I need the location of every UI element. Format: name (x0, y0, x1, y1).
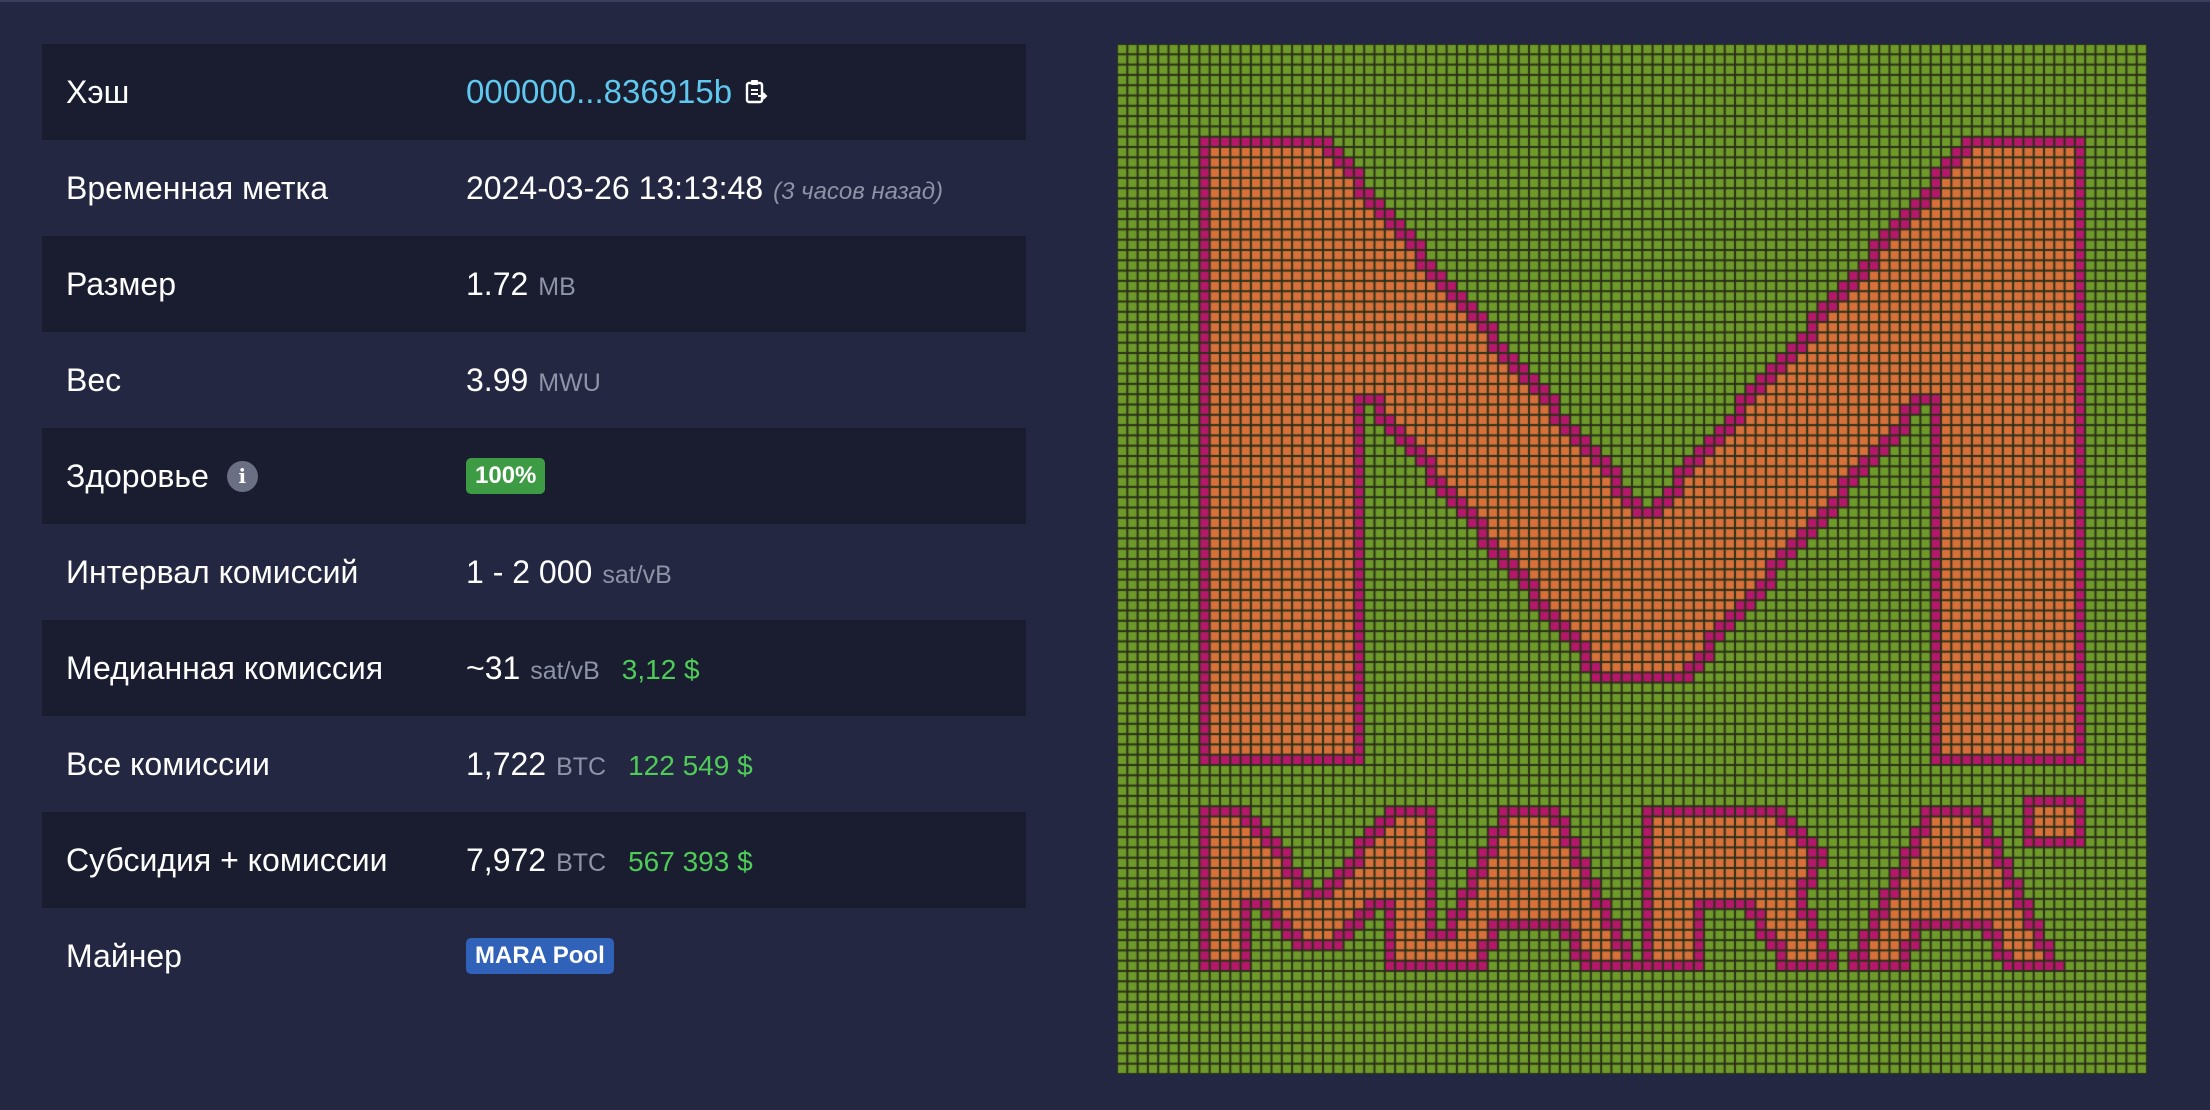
subsidy-fees-unit: BTC (556, 848, 607, 877)
size-unit: MB (538, 272, 576, 301)
row-label: Майнер (66, 937, 182, 974)
row-label: Хэш (66, 73, 130, 110)
fee-span-value: 1 - 2 000 (466, 553, 593, 590)
subsidy-fees-fiat: 567 393 $ (628, 845, 753, 877)
subsidy-fees-value: 7,972 (466, 841, 547, 878)
row-size: Размер 1.72 MB (42, 236, 1026, 332)
row-median-fee: Медианная комиссия ~31 sat/vB 3,12 $ (42, 620, 1026, 716)
row-label: Медианная комиссия (66, 649, 384, 686)
row-label: Вес (66, 361, 122, 398)
row-label: Все комиссии (66, 745, 270, 782)
weight-value: 3.99 (466, 361, 529, 398)
size-value: 1.72 (466, 265, 529, 302)
block-hash-link[interactable]: 000000...836915b (466, 73, 732, 111)
median-fee-unit: sat/vB (530, 656, 600, 685)
block-transaction-mosaic[interactable] (1117, 44, 2147, 1074)
health-label: Здоровье (66, 457, 209, 494)
row-subsidy-fees: Субсидия + комиссии 7,972 BTC 567 393 $ (42, 812, 1026, 908)
row-total-fees: Все комиссии 1,722 BTC 122 549 $ (42, 716, 1026, 812)
total-fees-fiat: 122 549 $ (628, 749, 753, 781)
total-fees-unit: BTC (556, 752, 607, 781)
row-label: Размер (66, 265, 176, 302)
row-miner: Майнер MARA Pool (42, 908, 1026, 1004)
info-icon[interactable]: i (226, 460, 258, 492)
row-label: Здоровье i (42, 458, 466, 495)
row-weight: Вес 3.99 MWU (42, 332, 1026, 428)
row-health: Здоровье i 100% (42, 428, 1026, 524)
copy-icon[interactable] (744, 78, 768, 106)
row-label: Интервал комиссий (66, 553, 359, 590)
total-fees-value: 1,722 (466, 745, 547, 782)
timestamp-value: 2024-03-26 13:13:48 (466, 169, 764, 206)
row-fee-span: Интервал комиссий 1 - 2 000 sat/vB (42, 524, 1026, 620)
median-fee-value: ~31 (466, 649, 521, 686)
median-fee-fiat: 3,12 $ (621, 653, 700, 685)
health-badge: 100% (466, 458, 546, 494)
row-timestamp: Временная метка 2024-03-26 13:13:48 (3 ч… (42, 140, 1026, 236)
weight-unit: MWU (538, 368, 601, 397)
timestamp-relative: (3 часов назад) (773, 177, 943, 205)
top-border (0, 0, 2210, 2)
fee-span-unit: sat/vB (602, 560, 672, 589)
miner-badge[interactable]: MARA Pool (466, 938, 614, 974)
row-hash: Хэш 000000...836915b (42, 44, 1026, 140)
row-label: Временная метка (66, 169, 328, 206)
block-details-table: Хэш 000000...836915b Временная метка 202… (42, 44, 1026, 1004)
row-label: Субсидия + комиссии (66, 841, 388, 878)
